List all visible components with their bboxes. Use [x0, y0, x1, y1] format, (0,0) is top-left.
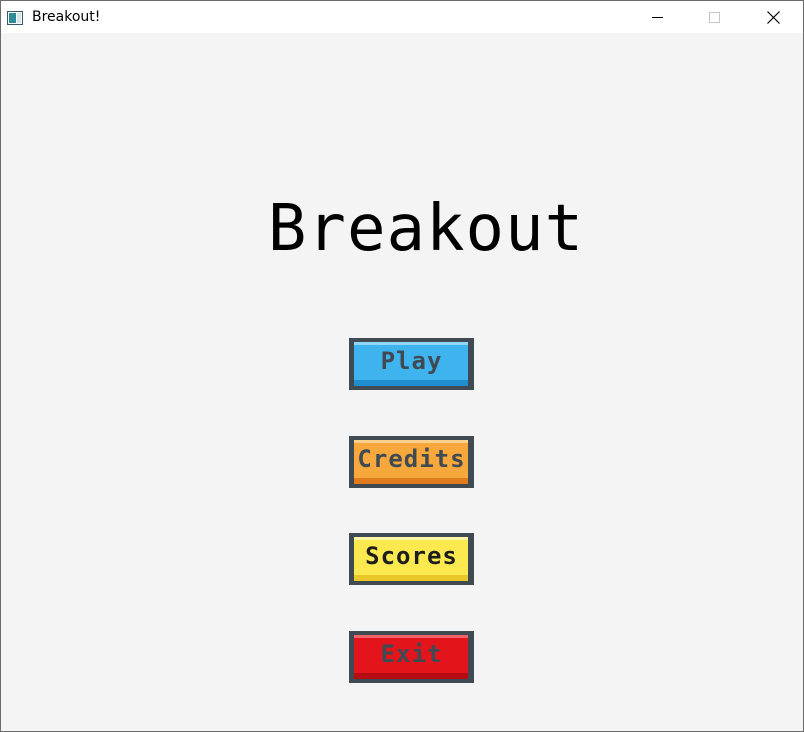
maximize-button[interactable] [692, 1, 738, 33]
app-window: Breakout! Breakout Play Credits Scores E… [0, 0, 804, 732]
credits-button-label: Credits [357, 445, 466, 473]
game-title-text: Breakout [268, 195, 584, 255]
close-icon [767, 11, 780, 24]
minimize-icon [652, 17, 663, 18]
close-button[interactable] [750, 1, 796, 33]
credits-button[interactable]: Credits [349, 436, 474, 488]
maximize-icon [709, 12, 720, 23]
app-window-icon [7, 10, 23, 25]
play-button-label: Play [380, 347, 443, 375]
scores-button-label: Scores [365, 542, 458, 570]
scores-button[interactable]: Scores [349, 533, 474, 585]
minimize-button[interactable] [634, 1, 680, 33]
game-canvas: Breakout Play Credits Scores Exit [1, 33, 803, 731]
exit-button-label: Exit [380, 640, 443, 668]
game-title: Breakout [268, 195, 584, 255]
exit-button[interactable]: Exit [349, 631, 474, 683]
play-button[interactable]: Play [349, 338, 474, 390]
window-title: Breakout! [32, 9, 101, 25]
title-bar[interactable]: Breakout! [1, 1, 803, 33]
